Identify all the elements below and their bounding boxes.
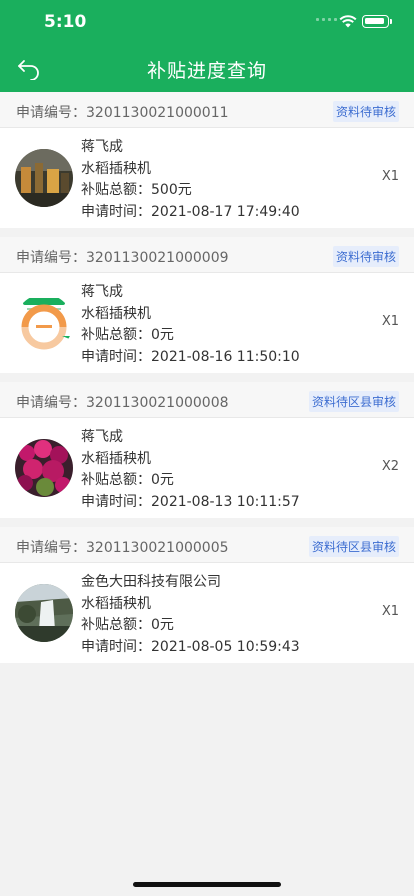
- subsidy-amount: 补贴总额：0元: [81, 327, 174, 343]
- application-number: 申请编号：3201130021000011: [16, 105, 229, 121]
- card-body: 蒋飞成 水稻插秧机 补贴总额：0元 申请时间：2021-08-13 10:11:…: [0, 418, 414, 518]
- signal-icon: [316, 18, 337, 21]
- application-number: 申请编号：3201130021000005: [16, 540, 229, 556]
- status-badge: 资料待审核: [332, 246, 399, 267]
- subsidy-amount: 补贴总额：0元: [81, 472, 174, 488]
- status-badge: 资料待区县审核: [308, 536, 399, 557]
- applicant-name: 蒋飞成: [81, 429, 123, 445]
- status-bar: 5:10: [0, 0, 414, 44]
- card-header: 申请编号：3201130021000011 资料待审核: [0, 92, 414, 128]
- thumbnail-image: [15, 294, 73, 352]
- quantity: X1: [381, 604, 399, 619]
- application-number: 申请编号：3201130021000008: [16, 395, 229, 411]
- page-title: 补贴进度查询: [146, 60, 267, 82]
- home-indicator[interactable]: [133, 882, 281, 887]
- apply-time: 申请时间：2021-08-17 17:49:40: [81, 203, 300, 220]
- thumbnail-image: [15, 439, 73, 497]
- list-item[interactable]: 申请编号：3201130021000008 资料待区县审核 蒋飞成 水稻插秧机 …: [0, 382, 414, 518]
- applicant-name: 金色大田科技有限公司: [81, 574, 221, 590]
- status-badge: 资料待审核: [332, 101, 399, 122]
- thumbnail-image: [15, 584, 73, 642]
- subsidy-amount: 补贴总额：0元: [81, 617, 174, 633]
- machine-type: 水稻插秧机: [81, 595, 151, 612]
- quantity: X1: [381, 314, 399, 329]
- application-number: 申请编号：3201130021000009: [16, 250, 229, 266]
- status-time: 5:10: [44, 12, 87, 32]
- list-item[interactable]: 申请编号：3201130021000011 资料待审核 蒋飞成 水稻插秧机 补贴…: [0, 92, 414, 228]
- thumbnail-image: [15, 149, 73, 207]
- card-body: 金色大田科技有限公司 水稻插秧机 补贴总额：0元 申请时间：2021-08-05…: [0, 563, 414, 663]
- subsidy-amount: 补贴总额：500元: [81, 182, 192, 198]
- apply-time: 申请时间：2021-08-05 10:59:43: [81, 638, 300, 655]
- status-badge: 资料待区县审核: [308, 391, 399, 412]
- applicant-name: 蒋飞成: [81, 139, 123, 155]
- list-item[interactable]: 申请编号：3201130021000005 资料待区县审核 金色大田科技有限公司…: [0, 527, 414, 663]
- application-list: 申请编号：3201130021000011 资料待审核 蒋飞成 水稻插秧机 补贴…: [0, 92, 414, 672]
- wifi-icon: [339, 15, 357, 28]
- card-body: 蒋飞成 水稻插秧机 补贴总额：0元 申请时间：2021-08-16 11:50:…: [0, 273, 414, 373]
- applicant-name: 蒋飞成: [81, 284, 123, 300]
- apply-time: 申请时间：2021-08-13 10:11:57: [81, 493, 300, 510]
- machine-type: 水稻插秧机: [81, 160, 151, 177]
- machine-type: 水稻插秧机: [81, 305, 151, 322]
- list-item[interactable]: 申请编号：3201130021000009 资料待审核 蒋飞成 水稻插秧机 补贴…: [0, 237, 414, 373]
- card-header: 申请编号：3201130021000008 资料待区县审核: [0, 382, 414, 418]
- machine-type: 水稻插秧机: [81, 450, 151, 467]
- card-header: 申请编号：3201130021000005 资料待区县审核: [0, 527, 414, 563]
- battery-icon: [362, 15, 392, 28]
- quantity: X2: [381, 459, 399, 474]
- quantity: X1: [381, 169, 399, 184]
- apply-time: 申请时间：2021-08-16 11:50:10: [81, 348, 300, 365]
- card-body: 蒋飞成 水稻插秧机 补贴总额：500元 申请时间：2021-08-17 17:4…: [0, 128, 414, 228]
- header-bar: 5:10 补贴进度查询: [0, 0, 414, 92]
- card-header: 申请编号：3201130021000009 资料待审核: [0, 237, 414, 273]
